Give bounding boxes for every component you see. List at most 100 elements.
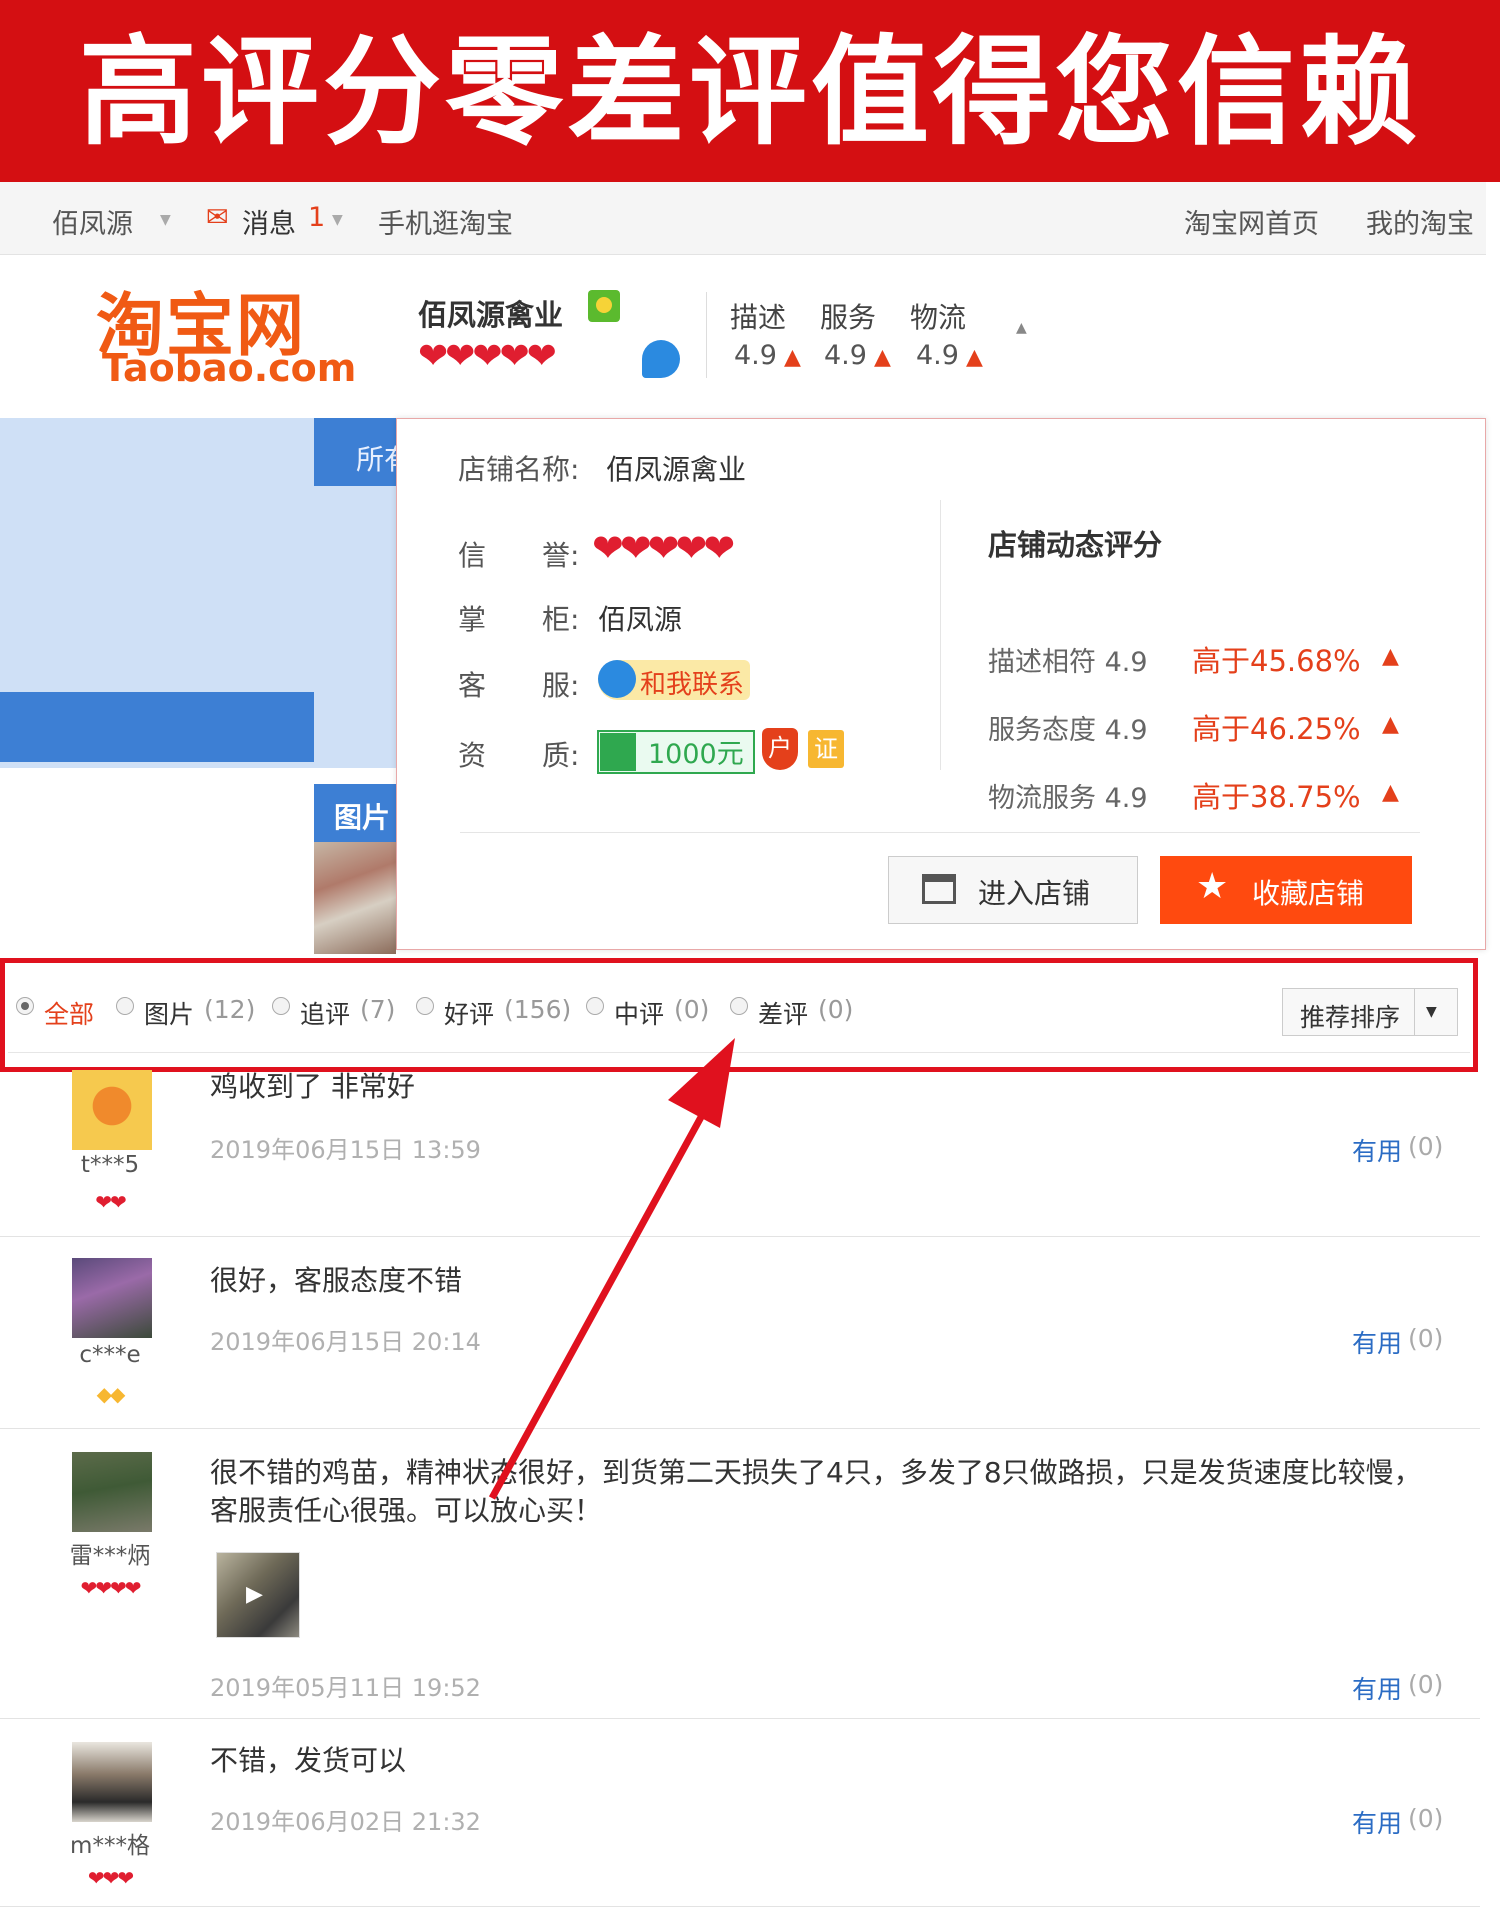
review-date: 2019年06月15日 13:59 <box>210 1136 481 1164</box>
filter-divider <box>8 1052 1470 1053</box>
dsr-label-logistics: 物流 <box>910 301 967 334</box>
service-label: 客 服: <box>458 669 580 702</box>
review-text: 不错，发货可以 <box>210 1744 407 1777</box>
mobile-taobao-link[interactable]: 手机逛淘宝 <box>378 202 513 241</box>
messages-count-badge: 1 <box>308 202 326 233</box>
star-icon: ★ <box>1196 866 1229 907</box>
review-divider <box>0 1428 1480 1429</box>
buyer-level-hearts: ❤❤❤ <box>87 1866 134 1890</box>
credit-hearts-popup: ❤❤❤❤❤ <box>592 526 735 570</box>
shield-icon[interactable]: 户 <box>762 728 798 770</box>
avatar[interactable] <box>72 1258 152 1338</box>
filter-label-negative[interactable]: 差评 <box>758 995 808 1031</box>
messages-caret-icon[interactable]: ▼ <box>332 212 343 228</box>
chevron-down-icon[interactable]: ▼ <box>1426 1004 1437 1020</box>
review-date: 2019年06月15日 20:14 <box>210 1328 481 1356</box>
dsr-value-describe: 4.9 ▲ <box>734 340 801 371</box>
popup-divider <box>940 500 941 770</box>
dsr-label-service: 服务 <box>820 301 877 334</box>
score-compare-logistics: 高于38.75% <box>1192 780 1361 814</box>
arrow-up-icon: ▲ <box>866 345 891 370</box>
score-label: 服务态度 <box>988 715 1096 746</box>
filter-count-images: (12) <box>204 995 256 1024</box>
filter-radio-neutral[interactable] <box>586 997 604 1015</box>
taobao-logo-en[interactable]: Taobao.com <box>102 346 356 390</box>
shop-name[interactable]: 佰凤源禽业 <box>418 292 563 334</box>
dsr-value-logistics: 4.9 ▲ <box>916 340 983 371</box>
store-icon <box>922 874 956 904</box>
arrow-up-icon: ▲ <box>1382 644 1399 669</box>
filter-radio-followup[interactable] <box>272 997 290 1015</box>
filter-radio-images[interactable] <box>116 997 134 1015</box>
wangwang-icon <box>598 660 636 698</box>
buyer-level-hearts: ❤❤ <box>95 1190 127 1214</box>
score-value: 4.9 <box>1104 715 1148 746</box>
leaf-icon <box>600 733 636 771</box>
product-photo[interactable] <box>314 842 396 954</box>
my-taobao-link[interactable]: 我的淘宝 <box>1366 202 1474 241</box>
useful-button[interactable]: 有用 <box>1352 1324 1402 1360</box>
avatar[interactable] <box>72 1070 152 1150</box>
taobao-home-link[interactable]: 淘宝网首页 <box>1184 202 1319 241</box>
useful-count: (0) <box>1408 1324 1444 1353</box>
header-divider <box>706 292 707 378</box>
crown-badge-inner-icon <box>596 297 612 313</box>
certificate-icon[interactable]: 证 <box>808 730 844 768</box>
qualification-label: 资 质: <box>458 739 580 772</box>
score-compare-service: 高于46.25% <box>1192 712 1361 746</box>
user-menu[interactable]: 佰凤源 <box>52 202 133 241</box>
filter-label-neutral[interactable]: 中评 <box>614 995 664 1031</box>
keeper-label: 掌 柜: <box>458 603 580 636</box>
score-label: 描述相符 <box>988 647 1096 678</box>
arrow-shaft <box>488 1106 710 1500</box>
credit-label: 信 誉: <box>458 539 580 572</box>
score-row-describe: 描述相符 4.9 <box>988 640 1148 679</box>
review-date: 2019年06月02日 21:32 <box>210 1808 481 1836</box>
review-text: 很不错的鸡苗，精神状态很好，到货第二天损失了4只，多发了8只做路损，只是发货速度… <box>210 1456 1422 1527</box>
useful-count: (0) <box>1408 1670 1444 1699</box>
review-text: 很好，客服态度不错 <box>210 1264 463 1297</box>
review-text: 鸡收到了 非常好 <box>210 1070 415 1103</box>
filter-count-negative: (0) <box>818 995 854 1024</box>
filter-radio-positive[interactable] <box>416 997 434 1015</box>
buyer-level-hearts: ❤❤❤❤ <box>80 1576 141 1600</box>
filter-count-followup: (7) <box>360 995 396 1024</box>
useful-count: (0) <box>1408 1804 1444 1833</box>
buyer-level-diamonds: ◆◆ <box>96 1382 126 1406</box>
score-value: 4.9 <box>1104 783 1148 814</box>
filter-label-positive[interactable]: 好评 <box>444 995 494 1031</box>
filter-label-images[interactable]: 图片 <box>144 995 194 1031</box>
mail-icon[interactable]: ✉ <box>206 202 229 233</box>
filter-radio-all[interactable] <box>16 997 34 1015</box>
filter-radio-negative[interactable] <box>730 997 748 1015</box>
score-row-logistics: 物流服务 4.9 <box>988 776 1148 815</box>
messages-link[interactable]: 消息 <box>242 202 296 241</box>
sort-dropdown-label[interactable]: 推荐排序 <box>1300 998 1400 1034</box>
score-value: 4.9 <box>1104 647 1148 678</box>
review-username: t***5 <box>80 1152 140 1178</box>
filter-label-all[interactable]: 全部 <box>44 995 94 1031</box>
avatar[interactable] <box>72 1742 152 1822</box>
score-row-service: 服务态度 4.9 <box>988 708 1148 747</box>
favorite-shop-label: 收藏店铺 <box>1252 877 1365 910</box>
deposit-amount: 1000元 <box>648 739 744 770</box>
avatar[interactable] <box>72 1452 152 1532</box>
background-bar <box>0 692 314 762</box>
site-nav-bar: 佰凤源 ▼ ✉ 消息 1 ▼ 手机逛淘宝 淘宝网首页 我的淘宝 <box>0 182 1486 255</box>
review-username: 雷***炳 <box>69 1543 151 1569</box>
review-username: m***格 <box>70 1833 150 1859</box>
user-menu-caret-icon[interactable]: ▼ <box>160 212 171 228</box>
filter-label-followup[interactable]: 追评 <box>300 995 350 1031</box>
useful-button[interactable]: 有用 <box>1352 1132 1402 1168</box>
shop-name-label: 店铺名称: <box>458 453 580 486</box>
useful-button[interactable]: 有用 <box>1352 1804 1402 1840</box>
useful-button[interactable]: 有用 <box>1352 1670 1402 1706</box>
credit-hearts: ❤❤❤❤❤ <box>418 336 557 377</box>
wangwang-chat-icon[interactable] <box>642 340 680 378</box>
play-icon: ▶ <box>246 1582 263 1607</box>
shop-info-caret-icon[interactable]: ▲ <box>1016 320 1027 336</box>
dsr-value-service: 4.9 ▲ <box>824 340 891 371</box>
shop-name-value: 佰凤源禽业 <box>606 453 747 486</box>
dsr-value-text: 4.9 <box>734 340 777 371</box>
filter-count-positive: (156) <box>504 995 572 1024</box>
